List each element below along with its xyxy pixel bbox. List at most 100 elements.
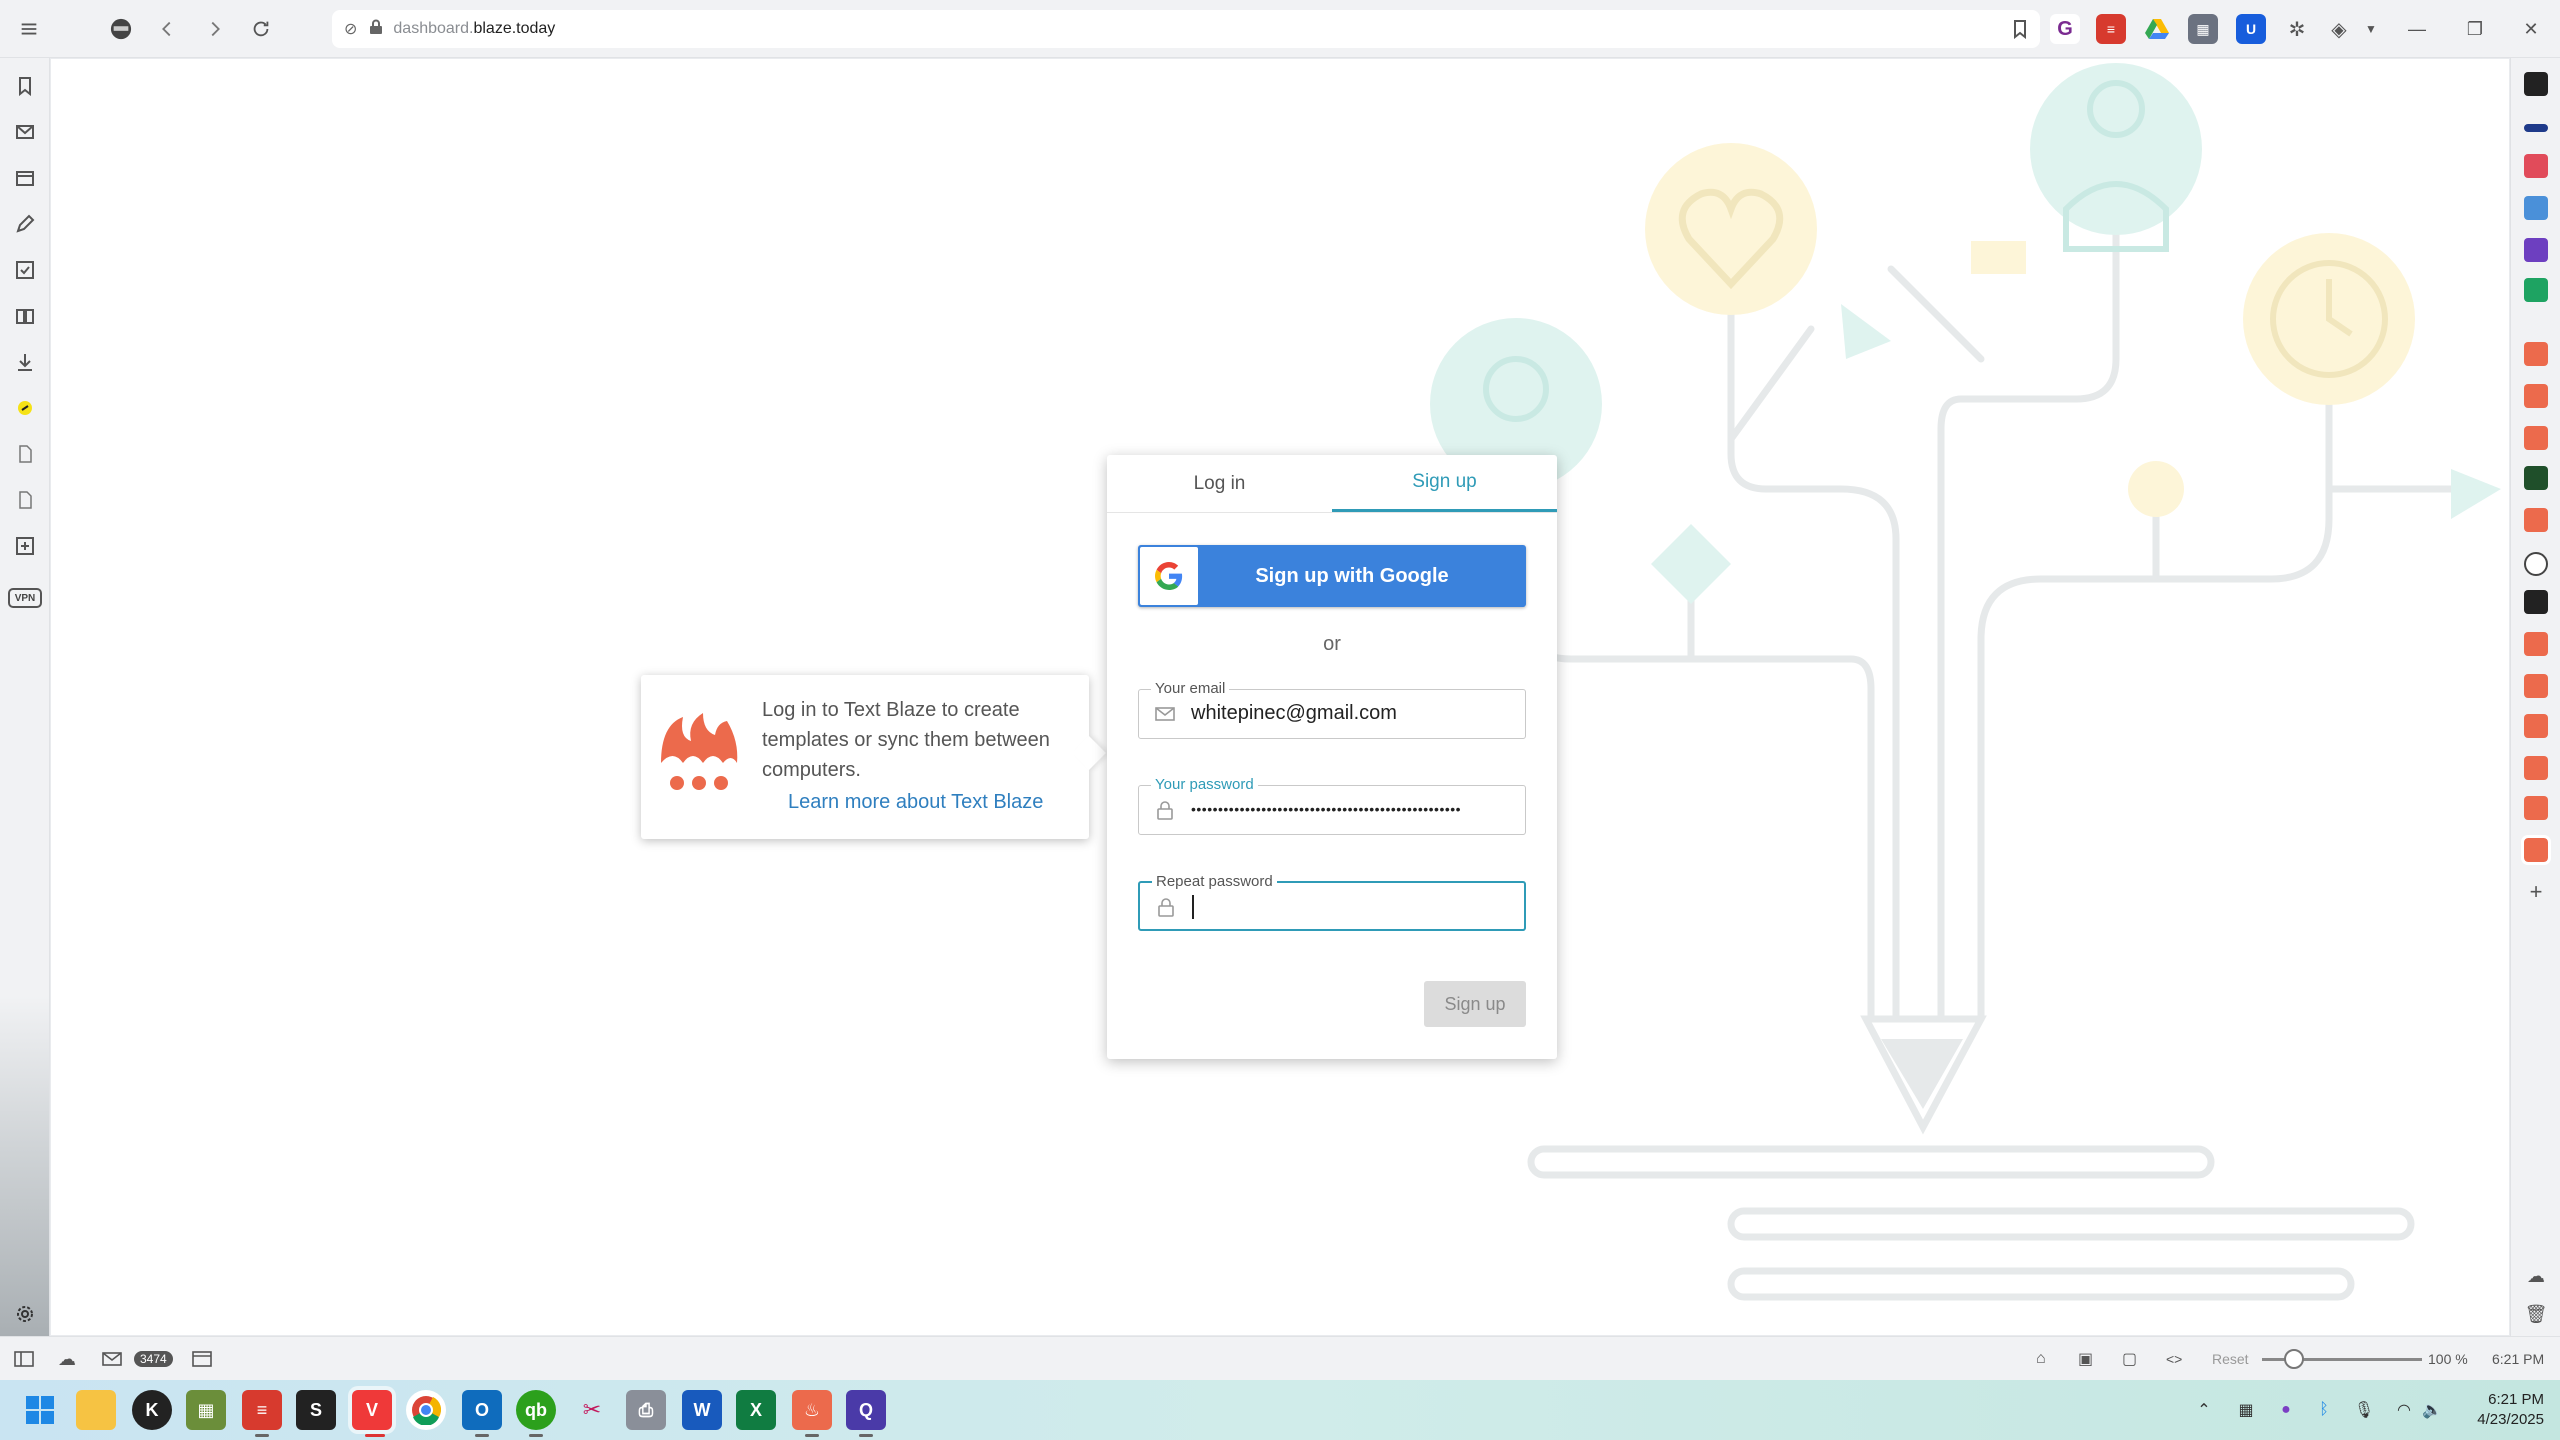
restore-icon[interactable]: ❐ [2460, 14, 2490, 44]
sign-up-button[interactable]: Sign up [1424, 981, 1526, 1027]
reading-list-icon[interactable] [11, 302, 39, 330]
text-blaze-tab-icon[interactable] [2524, 342, 2548, 366]
panel-app-icon[interactable] [2524, 72, 2548, 96]
app-s-icon[interactable]: S [296, 1390, 336, 1430]
vivaldi-icon[interactable]: V [352, 1390, 392, 1430]
wifi-icon[interactable]: ◠ [2392, 1398, 2416, 1422]
address-bar[interactable]: ⊘ dashboard. blaze.today [332, 10, 2040, 48]
panel-app-icon[interactable] [2524, 196, 2548, 220]
password-field[interactable]: Your password ••••••••••••••••••••••••••… [1138, 776, 1526, 835]
bluetooth-icon[interactable]: ᛒ [2312, 1398, 2336, 1422]
quickbooks-icon[interactable]: qb [516, 1390, 556, 1430]
text-blaze-tab-icon[interactable] [2524, 384, 2548, 408]
downloads-icon[interactable] [11, 348, 39, 376]
mail-icon[interactable] [11, 118, 39, 146]
grammar-extension-icon[interactable]: G [2050, 14, 2080, 44]
bookmarks-icon[interactable] [11, 72, 39, 100]
settings-icon[interactable] [11, 1300, 39, 1328]
reload-icon[interactable] [242, 10, 280, 48]
text-blaze-tab-icon[interactable] [2521, 835, 2551, 865]
zoom-level: 100 % [2428, 1351, 2468, 1367]
tray-app-icon[interactable]: ▦ [2234, 1398, 2258, 1422]
back-icon[interactable] [148, 10, 186, 48]
panel-toggle-icon[interactable] [14, 1347, 34, 1371]
tiling-icon[interactable]: ▢ [2122, 1347, 2137, 1371]
menu-icon[interactable] [10, 10, 48, 48]
panel-app-icon[interactable] [2524, 278, 2548, 302]
calendar-icon[interactable] [192, 1347, 212, 1371]
bookmark-icon[interactable] [2012, 19, 2028, 44]
todoist-icon[interactable]: ≡ [242, 1390, 282, 1430]
google-signup-button[interactable]: Sign up with Google [1138, 545, 1526, 607]
camera-icon[interactable]: ⌂ [2036, 1347, 2046, 1371]
image-icon[interactable]: ▣ [2078, 1347, 2093, 1371]
panel-app-icon[interactable] [2524, 238, 2548, 262]
excel-icon[interactable]: X [736, 1390, 776, 1430]
text-blaze-tab-icon[interactable] [2524, 426, 2548, 450]
extensions-puzzle-icon[interactable]: ✲ [2282, 14, 2312, 44]
add-panel-icon[interactable] [11, 532, 39, 560]
profile-avatar[interactable] [102, 10, 140, 48]
google-button-label: Sign up with Google [1255, 564, 1449, 587]
zoom-reset-button[interactable]: Reset [2212, 1347, 2249, 1371]
page-icon[interactable] [11, 486, 39, 514]
text-blaze-tab-icon[interactable] [2524, 508, 2548, 532]
gallery-extension-icon[interactable]: ▦ [2188, 14, 2218, 44]
drive-extension-icon[interactable] [2142, 14, 2172, 44]
text-blaze-tab-icon[interactable] [2524, 796, 2548, 820]
cloud-sync-icon[interactable]: ☁ [58, 1347, 76, 1371]
chevron-down-icon[interactable]: ▼ [2356, 14, 2386, 44]
app-k-icon[interactable]: K [132, 1390, 172, 1430]
tasks-icon[interactable] [11, 256, 39, 284]
learn-more-link[interactable]: Learn more about Text Blaze [788, 791, 1043, 814]
panel-app-icon[interactable] [2524, 154, 2548, 178]
vpn-icon[interactable]: VPN [8, 588, 42, 608]
layers-icon[interactable]: ◈ [2324, 14, 2354, 44]
printer-icon[interactable]: ⎙ [626, 1390, 666, 1430]
text-blaze-tab-icon[interactable] [2524, 632, 2548, 656]
outlook-icon[interactable]: O [462, 1390, 502, 1430]
mail-icon[interactable] [102, 1347, 122, 1371]
snipping-tool-icon[interactable]: ✂ [572, 1390, 612, 1430]
taskbar-clock[interactable]: 6:21 PM 4/23/2025 [2444, 1390, 2544, 1430]
repeat-password-field[interactable]: Repeat password [1138, 873, 1526, 931]
email-field[interactable]: Your email whitepinec@gmail.com [1138, 680, 1526, 739]
bitwarden-extension-icon[interactable]: U [2236, 14, 2266, 44]
site-info-icon[interactable]: ⊘ [344, 19, 357, 39]
forward-icon[interactable] [196, 10, 234, 48]
tab-log-in[interactable]: Log in [1107, 455, 1332, 512]
photo-app-icon[interactable]: ▦ [186, 1390, 226, 1430]
panel-app-icon[interactable] [2524, 124, 2548, 132]
tab-sign-up[interactable]: Sign up [1332, 455, 1557, 512]
running-indicator [805, 1434, 819, 1437]
panel-app-icon[interactable] [2524, 552, 2548, 576]
panel-app-icon[interactable] [2524, 590, 2548, 614]
cloud-icon[interactable]: ☁ [2524, 1266, 2548, 1290]
close-icon[interactable]: ✕ [2516, 14, 2546, 44]
zoom-slider-handle[interactable] [2284, 1349, 2304, 1369]
text-blaze-tab-icon[interactable] [2524, 756, 2548, 780]
volume-icon[interactable]: 🔈 [2420, 1398, 2444, 1422]
add-icon[interactable]: + [2524, 880, 2548, 904]
code-icon[interactable]: <> [2166, 1347, 2182, 1371]
windows-start-icon[interactable] [20, 1390, 60, 1430]
text-blaze-app-icon[interactable]: ♨ [792, 1390, 832, 1430]
microphone-icon[interactable]: 🎙 [2352, 1398, 2376, 1422]
panel-app-icon[interactable] [2524, 466, 2548, 490]
notes-icon[interactable] [11, 210, 39, 238]
tray-app-icon[interactable]: ● [2274, 1398, 2298, 1422]
chevron-up-icon[interactable]: ⌃ [2192, 1398, 2216, 1422]
web-panel-icon[interactable] [11, 394, 39, 422]
file-explorer-icon[interactable] [76, 1390, 116, 1430]
chrome-icon[interactable] [406, 1390, 446, 1430]
word-icon[interactable]: W [682, 1390, 722, 1430]
calendar-icon[interactable] [11, 164, 39, 192]
todo-extension-icon[interactable]: ≡ [2096, 14, 2126, 44]
minimize-icon[interactable]: — [2402, 14, 2432, 44]
app-q-icon[interactable]: Q [846, 1390, 886, 1430]
text-blaze-tab-icon[interactable] [2524, 714, 2548, 738]
text-blaze-tab-icon[interactable] [2524, 674, 2548, 698]
browser-side-panel: VPN [0, 58, 50, 1336]
trash-icon[interactable]: 🗑 [2524, 1304, 2548, 1328]
page-icon[interactable] [11, 440, 39, 468]
